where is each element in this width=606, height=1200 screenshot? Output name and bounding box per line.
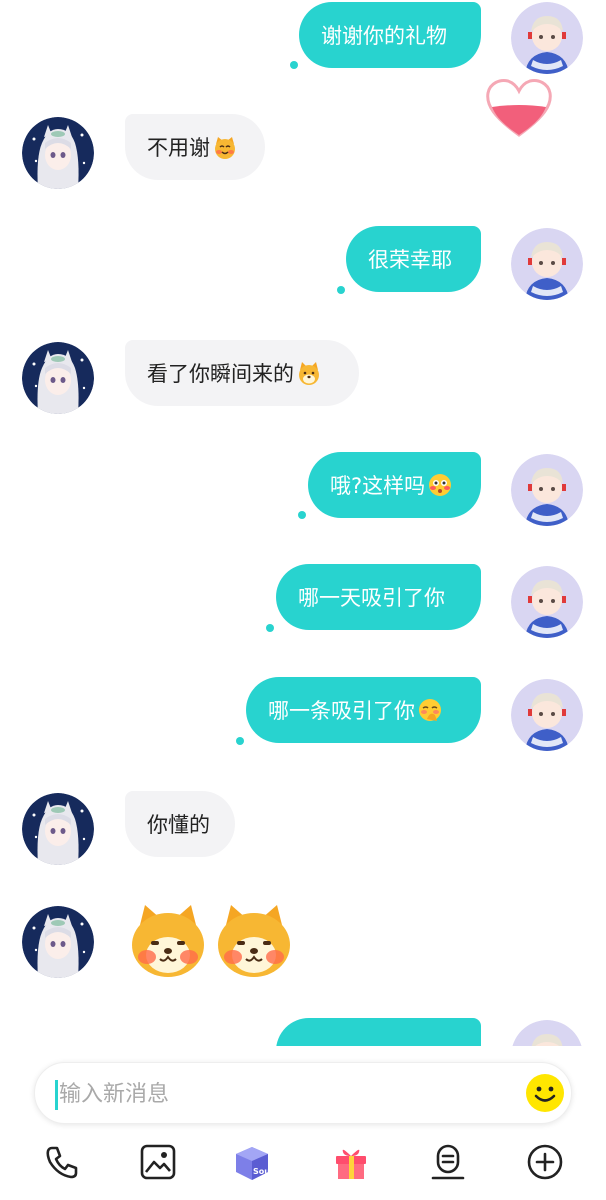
read-dot <box>298 511 306 519</box>
my-avatar[interactable] <box>511 2 583 74</box>
chat-message-list[interactable]: 谢谢你的礼物 不用谢 很荣幸耶 看了你瞬间来的 哦?这样吗 哪一天吸引了你 哪一… <box>0 0 606 1046</box>
message-text: 很荣幸耶 <box>368 248 452 272</box>
incoming-message-bubble[interactable]: 你懂的 <box>125 791 235 857</box>
message-input-bar[interactable] <box>34 1062 572 1125</box>
read-dot <box>337 286 345 294</box>
contact-avatar[interactable] <box>22 342 94 414</box>
cat-face-emoji-icon <box>212 134 238 160</box>
message-text: 不用谢 <box>147 136 210 160</box>
outgoing-message-bubble[interactable]: 很荣幸耶 <box>346 226 481 292</box>
image-icon[interactable] <box>138 1142 178 1182</box>
message-text: 哪一条吸引了你 <box>268 699 415 723</box>
gift-icon[interactable] <box>331 1142 371 1182</box>
incoming-message-bubble[interactable]: 看了你瞬间来的 <box>125 340 359 406</box>
message-text: 哪一天吸引了你 <box>298 586 445 610</box>
plus-circle-icon[interactable] <box>525 1142 565 1182</box>
phone-icon[interactable] <box>42 1142 82 1182</box>
outgoing-message-bubble[interactable]: 谢谢你的礼物 <box>299 2 481 68</box>
read-dot <box>290 61 298 69</box>
my-avatar[interactable] <box>511 679 583 751</box>
message-text: 看了你瞬间来的 <box>147 362 294 386</box>
my-avatar[interactable] <box>511 566 583 638</box>
bottom-toolbar: Soul <box>0 1136 606 1192</box>
incoming-message-bubble[interactable]: 不用谢 <box>125 114 265 180</box>
my-avatar[interactable] <box>511 1020 583 1046</box>
soul-box-icon[interactable]: Soul <box>232 1142 272 1182</box>
read-dot <box>236 737 244 745</box>
soul-logo-text: Soul <box>253 1167 272 1176</box>
outgoing-message-bubble-partial[interactable] <box>276 1018 481 1046</box>
my-avatar[interactable] <box>511 228 583 300</box>
my-avatar[interactable] <box>511 454 583 526</box>
message-input[interactable] <box>57 1063 501 1125</box>
outgoing-message-bubble[interactable]: 哪一条吸引了你 <box>246 677 481 743</box>
shy-face-emoji-icon <box>417 697 443 723</box>
contact-avatar[interactable] <box>22 117 94 189</box>
message-text: 谢谢你的礼物 <box>321 24 447 48</box>
voice-mask-icon[interactable] <box>428 1142 468 1182</box>
flushed-face-emoji-icon <box>427 472 453 498</box>
outgoing-message-bubble[interactable]: 哪一天吸引了你 <box>276 564 481 630</box>
message-text: 你懂的 <box>147 813 210 837</box>
shiba-dog-sticker[interactable] <box>127 899 209 981</box>
outgoing-message-bubble[interactable]: 哦?这样吗 <box>308 452 481 518</box>
dog-face-emoji-icon <box>296 360 322 386</box>
contact-avatar[interactable] <box>22 906 94 978</box>
shiba-dog-sticker[interactable] <box>213 899 295 981</box>
emoji-button[interactable] <box>525 1073 565 1113</box>
gift-heart-icon[interactable] <box>484 77 554 139</box>
message-text: 哦?这样吗 <box>330 474 426 498</box>
read-dot <box>266 624 274 632</box>
contact-avatar[interactable] <box>22 793 94 865</box>
